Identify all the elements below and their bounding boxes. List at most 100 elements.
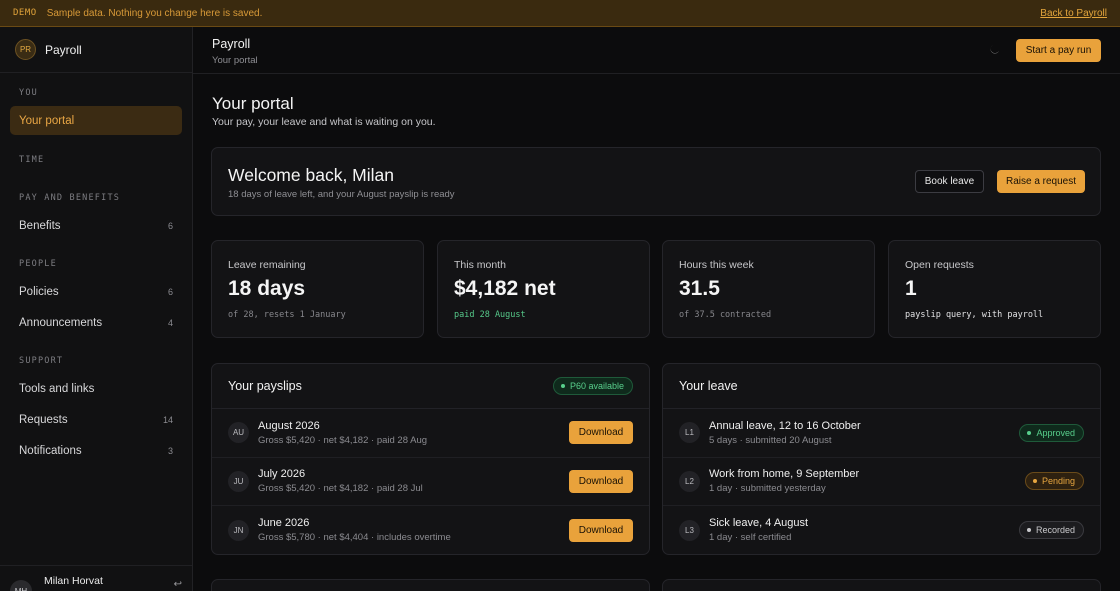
- panel-title: Your payslips: [228, 379, 302, 393]
- stat-note: of 37.5 contracted: [679, 310, 772, 320]
- sidebar-item-announcements[interactable]: Announcements 4: [10, 308, 182, 337]
- section-label-people: PEOPLE: [19, 259, 57, 269]
- sidebar-item-label: Requests: [19, 413, 68, 426]
- stat-card-this-month: This month $4,182 net paid 28 August: [437, 240, 650, 338]
- sidebar-item-count: 6: [167, 286, 173, 297]
- sidebar-item-label: Benefits: [19, 219, 61, 232]
- avatar: L2: [679, 470, 700, 492]
- avatar: JN: [228, 519, 249, 541]
- badge-label: P60 available: [569, 381, 624, 391]
- sidebar-item-your-portal[interactable]: Your portal: [10, 106, 182, 135]
- sidebar-item-count: 6: [167, 220, 173, 231]
- panel-header: Your leave: [663, 364, 1100, 409]
- sidebar: PR Payroll YOU Your portal TIME PAY AND …: [0, 27, 193, 591]
- book-leave-button[interactable]: Book leave: [915, 170, 984, 193]
- download-button[interactable]: Download: [569, 469, 633, 493]
- sidebar-item-tools-and-links[interactable]: Tools and links: [10, 374, 182, 403]
- stat-note: payslip query, with payroll: [905, 310, 1044, 320]
- stat-card-hours-this-week: Hours this week 31.5 of 37.5 contracted: [662, 240, 875, 338]
- leave-panel: Your leave L1 Annual leave, 12 to 16 Oct…: [662, 363, 1101, 555]
- leave-title: Work from home, 9 September: [709, 468, 860, 481]
- payslips-panel: Your payslips P60 available AU August 20…: [211, 363, 650, 555]
- stat-value: 31.5: [679, 277, 720, 300]
- stat-card-open-requests: Open requests 1 payslip query, with payr…: [888, 240, 1101, 338]
- stat-label: Hours this week: [679, 259, 754, 271]
- next-card-right: [662, 579, 1101, 591]
- demo-tag: DEMO: [13, 8, 37, 18]
- stat-value: 18 days: [228, 277, 306, 300]
- sidebar-item-notifications[interactable]: Notifications 3: [10, 436, 182, 465]
- stat-note: paid 28 August: [454, 310, 526, 320]
- payslip-detail: Gross $5,420 · net $4,182 · paid 28 Aug: [258, 434, 428, 446]
- raise-request-button[interactable]: Raise a request: [997, 170, 1085, 193]
- list-item: JN June 2026 Gross $5,780 · net $4,404 ·…: [212, 506, 649, 555]
- status-dot-icon: [1027, 430, 1032, 435]
- start-pay-run-button[interactable]: Start a pay run: [1016, 39, 1101, 62]
- avatar: MH: [10, 580, 32, 591]
- avatar: L3: [679, 519, 700, 541]
- status-dot-icon: [1032, 479, 1037, 484]
- panel-header: Your payslips P60 available: [212, 364, 649, 409]
- leave-detail: 1 day · submitted yesterday: [709, 483, 826, 495]
- leave-detail: 1 day · self certified: [709, 532, 792, 544]
- payslip-title: July 2026: [258, 468, 306, 481]
- header-title: Payroll: [212, 37, 251, 51]
- brand[interactable]: PR Payroll: [0, 27, 192, 73]
- sidebar-item-label: Tools and links: [19, 382, 95, 395]
- status-badge: Pending: [1024, 472, 1084, 491]
- list-item[interactable]: L3 Sick leave, 4 August 1 day · self cer…: [663, 506, 1100, 555]
- back-to-payroll-link[interactable]: Back to Payroll: [1040, 8, 1107, 19]
- stat-label: Open requests: [905, 259, 974, 271]
- payslip-title: August 2026: [258, 419, 320, 432]
- section-label-time: TIME: [19, 155, 45, 165]
- user-name: Milan Horvat: [44, 575, 103, 587]
- list-item[interactable]: L1 Annual leave, 12 to 16 October 5 days…: [663, 409, 1100, 458]
- welcome-title: Welcome back, Milan: [228, 165, 394, 185]
- payslip-title: June 2026: [258, 517, 310, 530]
- payslip-detail: Gross $5,420 · net $4,182 · paid 28 Jul: [258, 483, 423, 495]
- leave-title: Annual leave, 12 to 16 October: [709, 419, 861, 432]
- download-button[interactable]: Download: [569, 518, 633, 542]
- sidebar-item-label: Notifications: [19, 444, 82, 457]
- header-breadcrumb: Your portal: [212, 55, 258, 66]
- status-label: Pending: [1041, 476, 1075, 487]
- sidebar-item-label: Policies: [19, 285, 59, 298]
- list-item: AU August 2026 Gross $5,420 · net $4,182…: [212, 409, 649, 458]
- payslip-detail: Gross $5,780 · net $4,404 · includes ove…: [258, 532, 451, 544]
- list-item: JU July 2026 Gross $5,420 · net $4,182 ·…: [212, 458, 649, 506]
- page-title: Your portal: [212, 94, 294, 113]
- avatar: JU: [228, 470, 249, 492]
- stat-label: This month: [454, 259, 506, 271]
- welcome-card: Welcome back, Milan 18 days of leave lef…: [211, 147, 1101, 216]
- next-card-left: [211, 579, 650, 591]
- user-menu[interactable]: MH Milan Horvat ↩: [0, 565, 192, 591]
- download-button[interactable]: Download: [569, 421, 633, 445]
- status-label: Approved: [1036, 427, 1075, 438]
- avatar: L1: [679, 422, 700, 444]
- sidebar-item-benefits[interactable]: Benefits 6: [10, 211, 182, 240]
- section-label-support: SUPPORT: [19, 356, 64, 366]
- sidebar-item-count: 3: [167, 445, 173, 456]
- sidebar-item-requests[interactable]: Requests 14: [10, 405, 182, 434]
- sign-out-icon[interactable]: ↩: [174, 579, 182, 590]
- list-item[interactable]: L2 Work from home, 9 September 1 day · s…: [663, 458, 1100, 506]
- page-subtitle: Your pay, your leave and what is waiting…: [212, 116, 436, 128]
- status-badge: Recorded: [1018, 521, 1084, 540]
- moon-icon[interactable]: [989, 44, 1001, 56]
- sidebar-item-policies[interactable]: Policies 6: [10, 277, 182, 306]
- demo-banner: DEMO Sample data. Nothing you change her…: [0, 0, 1120, 27]
- status-label: Recorded: [1035, 525, 1075, 536]
- demo-message: Sample data. Nothing you change here is …: [46, 7, 263, 19]
- section-label-pay-and-benefits: PAY AND BENEFITS: [19, 193, 121, 203]
- p60-badge[interactable]: P60 available: [552, 377, 633, 395]
- sidebar-item-count: 4: [167, 317, 173, 328]
- stat-note: of 28, resets 1 January: [228, 310, 346, 320]
- sidebar-item-count: 14: [162, 414, 173, 425]
- sidebar-item-label: Announcements: [19, 316, 103, 329]
- leave-title: Sick leave, 4 August: [709, 517, 809, 530]
- stat-label: Leave remaining: [228, 259, 306, 271]
- stat-value: $4,182 net: [454, 277, 556, 300]
- welcome-subtitle: 18 days of leave left, and your August p…: [228, 189, 455, 200]
- section-label-you: YOU: [19, 88, 38, 98]
- status-dot-icon: [560, 384, 565, 388]
